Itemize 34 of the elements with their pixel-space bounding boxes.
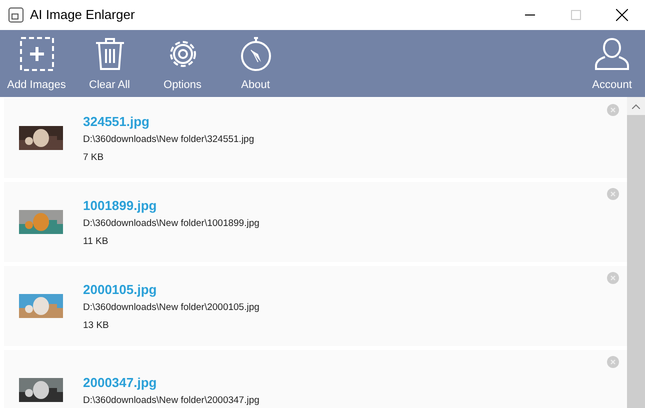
caret-up-icon [632,104,640,108]
file-card[interactable]: 2000347.jpg D:\360downloads\New folder\2000347.jpg [4,350,627,408]
scrollbar[interactable] [627,97,645,408]
about-button[interactable]: About [219,36,292,93]
remove-icon[interactable] [607,356,619,368]
app-icon [8,7,24,23]
file-card[interactable]: 1001899.jpg D:\360downloads\New folder\1001899.jpg 11 KB [4,182,627,262]
remove-icon[interactable] [607,272,619,284]
compass-icon [238,36,272,70]
file-card[interactable]: 2000105.jpg D:\360downloads\New folder\2000105.jpg 13 KB [4,266,627,346]
file-name: 1001899.jpg [83,198,158,214]
account-button[interactable]: Account [587,36,637,93]
clear-all-button[interactable]: Clear All [73,36,146,93]
scroll-up-button[interactable] [627,97,645,115]
file-size: 7 KB [83,152,105,164]
file-path: D:\360downloads\New folder\1001899.jpg [83,218,260,230]
file-size: 13 KB [83,320,110,332]
window-title: AI Image Enlarger [30,6,135,24]
remove-icon[interactable] [607,104,619,116]
file-size: 11 KB [83,236,110,248]
user-icon [595,36,629,70]
close-icon [616,9,628,21]
file-name: 2000347.jpg [83,375,158,391]
file-path: D:\360downloads\New folder\324551.jpg [83,134,254,146]
maximize-icon [571,10,581,20]
file-card[interactable]: 324551.jpg D:\360downloads\New folder\324551.jpg 7 KB [4,98,627,178]
file-name: 324551.jpg [83,114,150,130]
add-images-button[interactable]: Add Images [0,36,73,93]
file-path: D:\360downloads\New folder\2000347.jpg [83,395,260,407]
add-icon [20,36,54,70]
file-name: 2000105.jpg [83,282,158,298]
options-button[interactable]: Options [146,36,219,93]
remove-icon[interactable] [607,188,619,200]
file-path: D:\360downloads\New folder\2000105.jpg [83,302,260,314]
